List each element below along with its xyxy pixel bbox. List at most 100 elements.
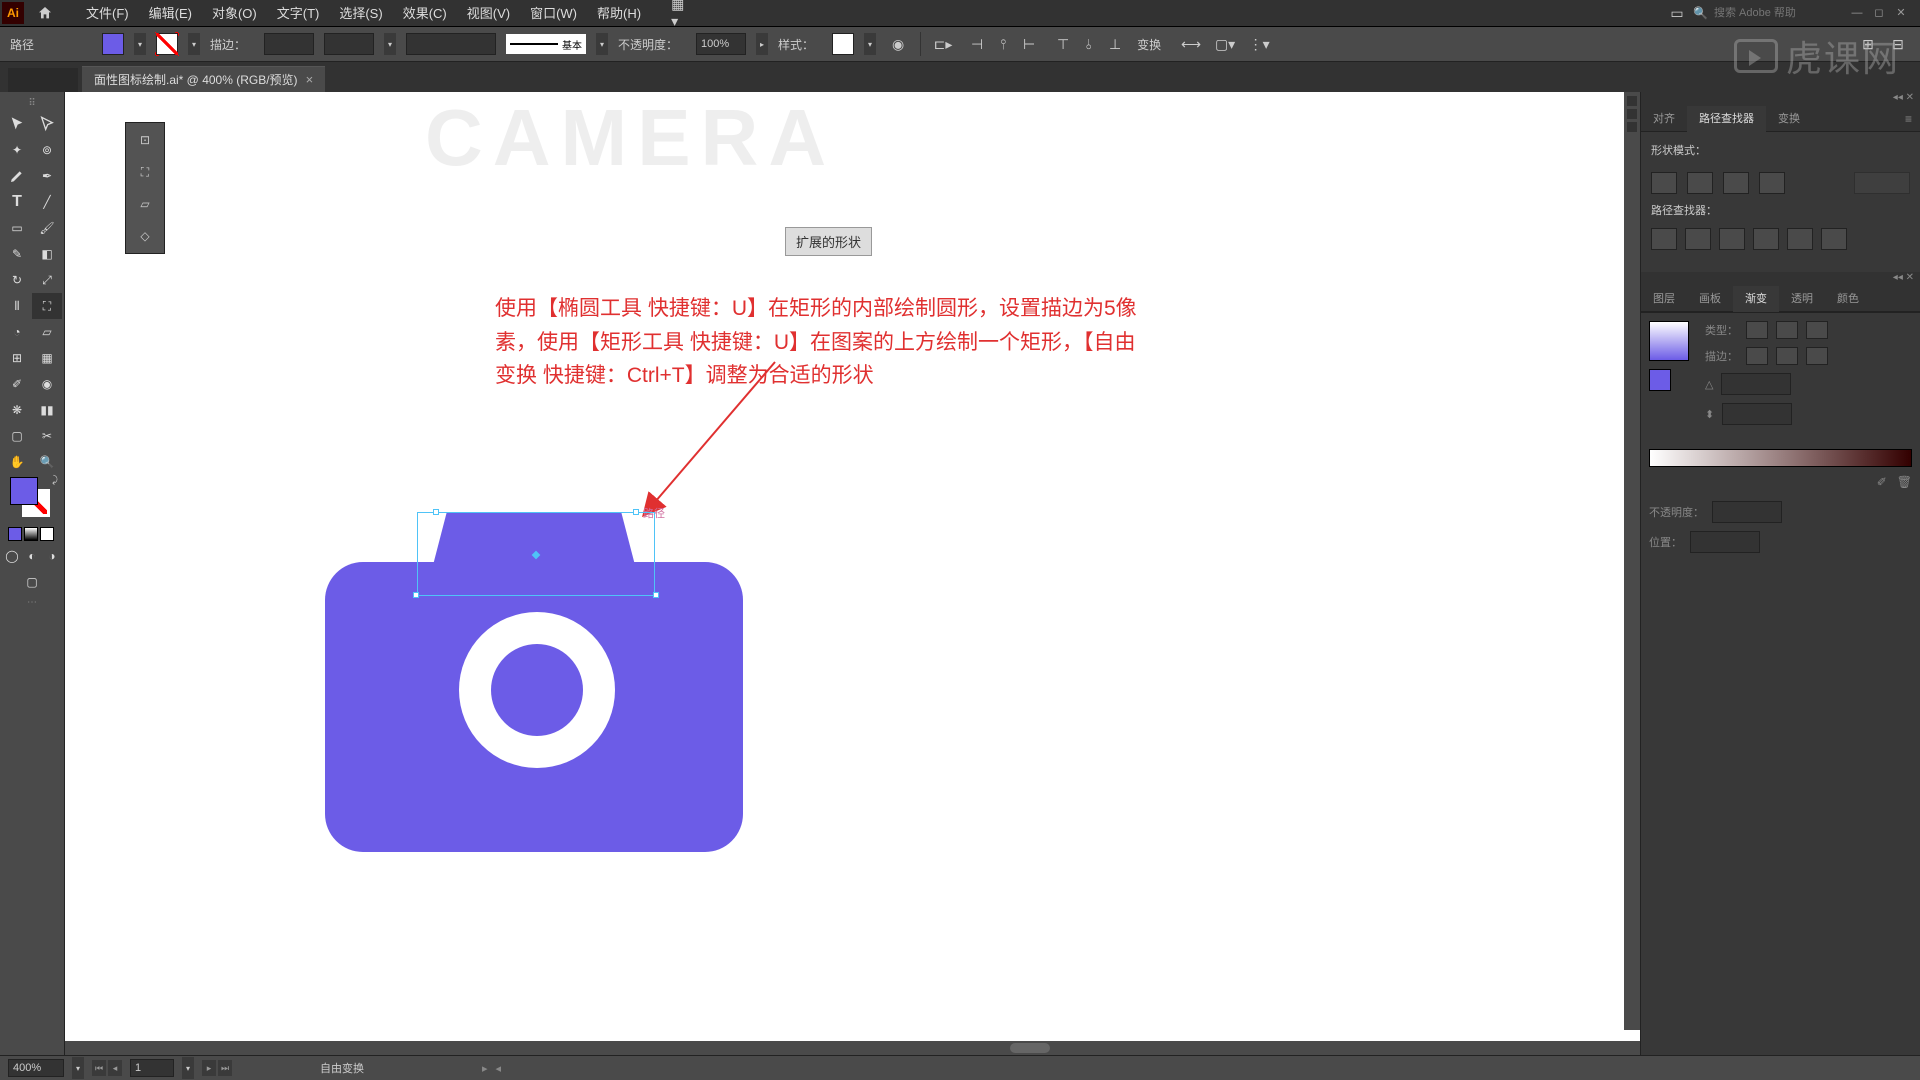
style-swatch[interactable]: [832, 33, 854, 55]
home-icon[interactable]: [34, 2, 56, 24]
profile-dd[interactable]: ▾: [596, 33, 608, 55]
swap-colors-icon[interactable]: ⤸: [52, 475, 58, 486]
menu-help[interactable]: 帮助(H): [587, 0, 651, 27]
last-artboard[interactable]: ⏭: [218, 1060, 232, 1076]
menu-effect[interactable]: 效果(C): [393, 0, 457, 27]
stroke-weight-input[interactable]: [264, 33, 314, 55]
layers-tab[interactable]: 图层: [1641, 286, 1687, 312]
shape-icon[interactable]: ▢▾: [1213, 32, 1237, 56]
collapsed-panel-icon[interactable]: [1627, 96, 1637, 106]
zoom-input[interactable]: [8, 1059, 64, 1077]
none-mode[interactable]: [40, 527, 54, 541]
status-play-icon[interactable]: ▸: [482, 1062, 488, 1075]
color-tab[interactable]: 颜色: [1825, 286, 1871, 312]
align-left-icon[interactable]: ⊣: [965, 32, 989, 56]
shaper-tool[interactable]: ✎: [2, 241, 32, 267]
status-back-icon[interactable]: ◂: [496, 1062, 502, 1075]
stroke-swatch[interactable]: [156, 33, 178, 55]
transparency-tab[interactable]: 透明: [1779, 286, 1825, 312]
curvature-tool[interactable]: ✒: [32, 163, 62, 189]
slice-tool[interactable]: ✂: [32, 423, 62, 449]
magic-wand-tool[interactable]: ✦: [2, 137, 32, 163]
expand-shape-button[interactable]: 扩展的形状: [785, 227, 872, 256]
stroke-grad-3[interactable]: [1806, 347, 1828, 365]
transform-tab[interactable]: 变换: [1766, 106, 1812, 132]
angle-input[interactable]: [1721, 373, 1791, 395]
divide-button[interactable]: [1651, 228, 1677, 250]
merge-button[interactable]: [1719, 228, 1745, 250]
hscrollbar[interactable]: [65, 1041, 1640, 1055]
stroke-var-dd[interactable]: ▾: [384, 33, 396, 55]
align-tab[interactable]: 对齐: [1641, 106, 1687, 132]
screen-mode[interactable]: ▢: [2, 569, 62, 595]
close-button[interactable]: ✕: [1892, 6, 1910, 20]
shapebuilder-tool[interactable]: ◔: [2, 319, 32, 345]
fill-swatch[interactable]: [102, 33, 124, 55]
opacity-input[interactable]: [696, 33, 746, 55]
pathfinder-tab[interactable]: 路径查找器: [1687, 106, 1766, 132]
stroke-dropdown[interactable]: ▾: [188, 33, 200, 55]
sel-handle-bl[interactable]: [413, 592, 419, 598]
document-tab[interactable]: 面性图标绘制.ai* @ 400% (RGB/预览) ×: [82, 66, 325, 92]
search-input[interactable]: [1714, 7, 1824, 19]
panel-menu-icon[interactable]: ≡: [1905, 112, 1920, 126]
transform-floater[interactable]: ⊡ ⛶ ▱ ◇: [125, 122, 165, 254]
zoom-tool[interactable]: 🔍: [32, 449, 62, 475]
stroke-var-input[interactable]: [324, 33, 374, 55]
artboard-input[interactable]: [130, 1059, 174, 1077]
artboard-dd[interactable]: ▾: [182, 1057, 194, 1079]
collapsed-panel-icon[interactable]: [1627, 109, 1637, 119]
header-search[interactable]: 🔍: [1693, 6, 1824, 20]
pen-tool[interactable]: [2, 163, 32, 189]
expand-button[interactable]: [1854, 172, 1910, 194]
intersect-button[interactable]: [1723, 172, 1749, 194]
sel-handle-tr[interactable]: [633, 509, 639, 515]
perspective-tool[interactable]: ▱: [32, 319, 62, 345]
mesh-tool[interactable]: ⊞: [2, 345, 32, 371]
minus-front-button[interactable]: [1687, 172, 1713, 194]
style-dd[interactable]: ▾: [864, 33, 876, 55]
sel-handle-tl[interactable]: [433, 509, 439, 515]
panel-strip-header2[interactable]: ◂◂ ✕: [1641, 272, 1920, 286]
gradient-slider[interactable]: [1649, 449, 1912, 467]
sel-handle-br[interactable]: [653, 592, 659, 598]
draw-behind[interactable]: ◐: [22, 543, 42, 569]
trim-button[interactable]: [1685, 228, 1711, 250]
restore-button[interactable]: ◻: [1870, 6, 1888, 20]
recolor-icon[interactable]: ◉: [886, 32, 910, 56]
isolate-icon[interactable]: ⟷: [1179, 32, 1203, 56]
graph-tool[interactable]: ▮▮: [32, 397, 62, 423]
next-artboard[interactable]: ▸: [202, 1060, 216, 1076]
float-free-icon[interactable]: ⛶: [130, 159, 160, 185]
panel-strip-header[interactable]: ◂◂ ✕: [1641, 92, 1920, 106]
stroke-grad-2[interactable]: [1776, 347, 1798, 365]
collapsed-panel-icon[interactable]: [1627, 122, 1637, 132]
more-icon[interactable]: ⋮▾: [1247, 32, 1271, 56]
brush-input[interactable]: [406, 33, 496, 55]
gradient-tool[interactable]: ▦: [32, 345, 62, 371]
eraser-tool[interactable]: ◧: [32, 241, 62, 267]
menu-edit[interactable]: 编辑(E): [139, 0, 202, 27]
menu-file[interactable]: 文件(F): [76, 0, 139, 27]
align-bottom-icon[interactable]: ⊥: [1103, 32, 1127, 56]
collapsed-panels[interactable]: [1624, 92, 1640, 1030]
close-tab-icon[interactable]: ×: [306, 72, 314, 87]
delete-stop-icon[interactable]: 🗑: [1897, 475, 1912, 489]
minimize-button[interactable]: —: [1848, 6, 1866, 20]
gradient-preview[interactable]: [1649, 321, 1689, 361]
type-tool[interactable]: T: [2, 189, 32, 215]
unite-button[interactable]: [1651, 172, 1677, 194]
hscrollbar-thumb[interactable]: [1010, 1043, 1050, 1053]
line-tool[interactable]: ╱: [32, 189, 62, 215]
selection-tool[interactable]: [2, 111, 32, 137]
fill-dropdown[interactable]: ▾: [134, 33, 146, 55]
artboards-tab[interactable]: 画板: [1687, 286, 1733, 312]
menu-window[interactable]: 窗口(W): [520, 0, 587, 27]
fill-color[interactable]: [10, 477, 38, 505]
menu-object[interactable]: 对象(O): [202, 0, 267, 27]
zoom-dd[interactable]: ▾: [72, 1057, 84, 1079]
draw-normal[interactable]: ◯: [2, 543, 22, 569]
gradient-tab[interactable]: 渐变: [1733, 286, 1779, 312]
menu-select[interactable]: 选择(S): [329, 0, 392, 27]
float-perspective-icon[interactable]: ▱: [130, 191, 160, 217]
